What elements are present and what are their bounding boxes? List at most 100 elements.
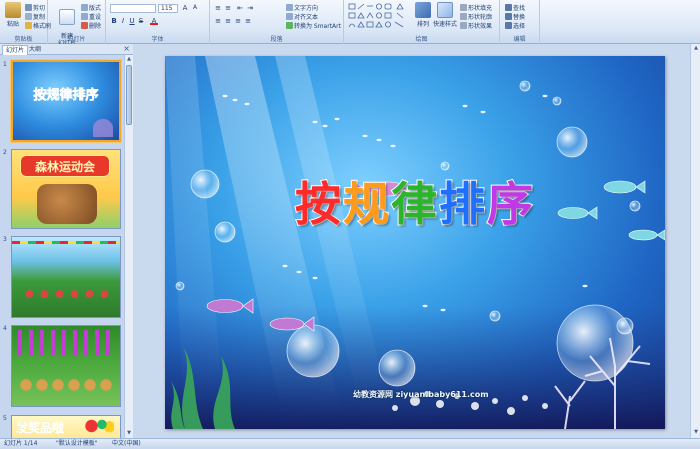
clipboard-group-label: 剪贴板: [14, 36, 33, 43]
thumb-number: 4: [3, 325, 7, 332]
font-size-combo[interactable]: 115: [158, 4, 178, 13]
tab-outline[interactable]: 大纲: [26, 45, 44, 55]
slides-group-label: 幻灯片: [67, 36, 86, 43]
align-left-button[interactable]: ≡: [214, 17, 222, 25]
justify-button[interactable]: ≡: [244, 17, 252, 25]
bullets-button[interactable]: ≡: [214, 4, 222, 12]
copy-button[interactable]: 复制: [25, 12, 45, 21]
thumb-ribbons: [18, 330, 116, 356]
editing-group-label: 编辑: [513, 36, 526, 43]
arrange-icon: [415, 2, 431, 18]
drawing-group-label: 绘图: [415, 36, 428, 43]
shape-fill-button[interactable]: 形状填充: [460, 3, 492, 12]
grow-font-button[interactable]: A: [181, 4, 189, 12]
language-indicator[interactable]: 中文(中国): [112, 439, 141, 449]
strikethrough-button[interactable]: S: [137, 17, 145, 25]
delete-button[interactable]: 删除: [81, 21, 101, 30]
scroll-up-icon[interactable]: ▲: [125, 55, 133, 63]
text-direction-button[interactable]: 文字方向: [286, 3, 318, 12]
thumb-balls: [22, 289, 112, 299]
slide-counter: 幻灯片 1/14: [4, 440, 38, 447]
copy-icon: [25, 13, 32, 20]
slide-thumbnails-panel[interactable]: 1 按规律排序 2 森林运动会 3 4 5 发奖品啦: [0, 55, 124, 438]
slide-thumbnail-1[interactable]: 按规律排序: [11, 60, 121, 142]
font-group-label: 字体: [151, 36, 164, 43]
shape-effects-button[interactable]: 形状效果: [460, 21, 492, 30]
font-group: 115 A A B I U S A 字体: [106, 0, 210, 44]
italic-button[interactable]: I: [119, 17, 127, 25]
paste-icon: [5, 2, 21, 18]
slide-thumbnail-3[interactable]: [11, 236, 121, 318]
layout-icon: [81, 4, 88, 11]
thumb-title: 森林运动会: [20, 155, 110, 177]
font-color-button[interactable]: A: [150, 17, 158, 25]
slide-thumbnail-4[interactable]: [11, 325, 121, 407]
close-icon[interactable]: ×: [123, 44, 130, 54]
replace-button[interactable]: 替换: [505, 12, 525, 21]
thumb-title: 按规律排序: [33, 88, 99, 104]
paste-button[interactable]: 粘贴: [2, 2, 24, 28]
theme-name[interactable]: "默认设计模板": [56, 439, 98, 449]
editing-group: 查找 替换 选择 编辑: [500, 0, 540, 44]
shape-outline-button[interactable]: 形状轮廓: [460, 12, 492, 21]
thumb-number: 3: [3, 236, 7, 243]
effects-icon: [460, 22, 467, 29]
thumb-coral: [93, 119, 113, 137]
smartart-icon: [286, 22, 293, 29]
main-slide[interactable]: 按规律排序 幼教资源网 ziyuan.baby611.com: [165, 56, 665, 429]
editor-scrollbar[interactable]: ▲ ▼: [690, 44, 700, 438]
align-text-button[interactable]: 对齐文本: [286, 12, 318, 21]
thumbnails-scrollbar[interactable]: ▲ ▼: [124, 55, 133, 438]
ribbon: 粘贴 剪切 复制 格式刷 剪贴板 新建 幻灯片 版式 重设 删除 幻灯片 115…: [0, 0, 700, 47]
underline-button[interactable]: U: [128, 17, 136, 25]
thumb-balloons: [84, 418, 114, 434]
arrange-button[interactable]: 排列: [412, 2, 434, 28]
thumb-number: 2: [3, 149, 7, 156]
align-center-button[interactable]: ≡: [224, 17, 232, 25]
pen-icon: [460, 13, 467, 20]
shrink-font-button[interactable]: A: [191, 4, 199, 12]
reset-button[interactable]: 重设: [81, 12, 101, 21]
quick-styles-button[interactable]: 快速样式: [432, 2, 458, 28]
cut-button[interactable]: 剪切: [25, 3, 45, 12]
select-button[interactable]: 选择: [505, 21, 525, 30]
thumb-title: 发奖品啦: [16, 421, 65, 435]
slide-thumbnail-5[interactable]: 发奖品啦: [11, 415, 121, 438]
tab-slides[interactable]: 幻灯片: [2, 45, 29, 55]
new-slide-icon: [59, 9, 75, 25]
panel-tabs: 幻灯片 大纲 ×: [0, 44, 133, 55]
title-char: 序: [486, 176, 535, 232]
layout-button[interactable]: 版式: [81, 3, 101, 12]
decrease-indent-button[interactable]: ⇤: [236, 4, 244, 12]
numbering-button[interactable]: ≡: [224, 4, 232, 12]
align-text-icon: [286, 13, 293, 20]
status-bar: 幻灯片 1/14 "默认设计模板" 中文(中国): [0, 438, 700, 449]
paragraph-group: ≡ ≡ ⇤ ⇥ ≡ ≡ ≡ ≡ 文字方向 对齐文本 转换为 SmartArt 段…: [210, 0, 344, 44]
thumb-number: 5: [3, 415, 7, 422]
clipboard-group: 粘贴 剪切 复制 格式刷 剪贴板: [0, 0, 51, 44]
bold-button[interactable]: B: [110, 17, 118, 25]
scroll-thumb[interactable]: [126, 65, 132, 125]
editor-scroll-down-icon[interactable]: ▼: [692, 428, 700, 436]
scissors-icon: [25, 4, 32, 11]
convert-smartart-button[interactable]: 转换为 SmartArt: [286, 21, 341, 30]
underwater-scene: [165, 56, 665, 429]
font-name-combo[interactable]: [110, 4, 156, 13]
editor-scroll-up-icon[interactable]: ▲: [692, 44, 700, 52]
reset-icon: [81, 13, 88, 20]
watermark-text: 幼教资源网 ziyuan.baby611.com: [353, 390, 489, 399]
align-right-button[interactable]: ≡: [234, 17, 242, 25]
thumb-number: 1: [3, 61, 7, 68]
quick-styles-icon: [437, 2, 453, 18]
find-button[interactable]: 查找: [505, 3, 525, 12]
slide-title[interactable]: 按规律排序: [165, 168, 665, 234]
binoculars-icon: [505, 4, 512, 11]
increase-indent-button[interactable]: ⇥: [246, 4, 254, 12]
cursor-icon: [505, 22, 512, 29]
replace-icon: [505, 13, 512, 20]
thumb-bunting: [12, 241, 120, 244]
title-char: 排: [438, 176, 487, 232]
slide-thumbnail-2[interactable]: 森林运动会: [11, 149, 121, 229]
shapes-gallery[interactable]: [348, 3, 408, 29]
scroll-down-icon[interactable]: ▼: [125, 429, 133, 437]
